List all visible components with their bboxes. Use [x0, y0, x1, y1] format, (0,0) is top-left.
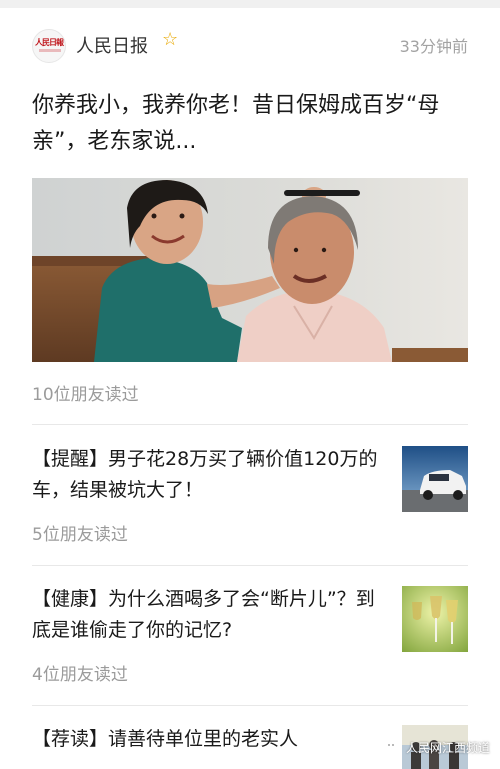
car-thumbnail[interactable] — [402, 446, 468, 512]
article-title-3[interactable]: 【荐读】请善待单位里的老实人 — [32, 724, 382, 755]
divider — [32, 424, 468, 425]
article-read-count-2: 4位朋友读过 — [32, 665, 128, 685]
logo-text: 人民日報 — [35, 37, 64, 47]
source-watermark: 人民网江西频道 — [384, 737, 490, 757]
article-source-header: 人民日報 人民日报 ☆ 33分钟前 — [32, 28, 468, 64]
logo-underline — [39, 49, 61, 52]
source-name[interactable]: 人民日报 — [76, 32, 148, 58]
hero-article-title[interactable]: 你养我小，我养你老！昔日保姆成百岁“母亲”，老东家说... — [32, 88, 468, 160]
watermark-text: 人民网江西频道 — [405, 740, 490, 755]
star-icon[interactable]: ☆ — [162, 31, 178, 49]
hero-article-image[interactable] — [32, 178, 468, 362]
top-separator — [0, 0, 500, 8]
source-logo[interactable]: 人民日報 — [32, 29, 66, 63]
article-title-1[interactable]: 【提醒】男子花28万买了辆价值120万的车，结果被坑大了！ — [32, 444, 382, 506]
article-title-2[interactable]: 【健康】为什么酒喝多了会“断片儿”？到底是谁偷走了你的记忆? — [32, 584, 382, 646]
article-read-count-1: 5位朋友读过 — [32, 525, 128, 545]
wine-glasses-thumbnail[interactable] — [402, 586, 468, 652]
wechat-icon — [384, 741, 402, 754]
divider — [32, 565, 468, 566]
divider — [32, 705, 468, 706]
hero-read-count: 10位朋友读过 — [32, 385, 139, 405]
post-time: 33分钟前 — [399, 37, 468, 56]
